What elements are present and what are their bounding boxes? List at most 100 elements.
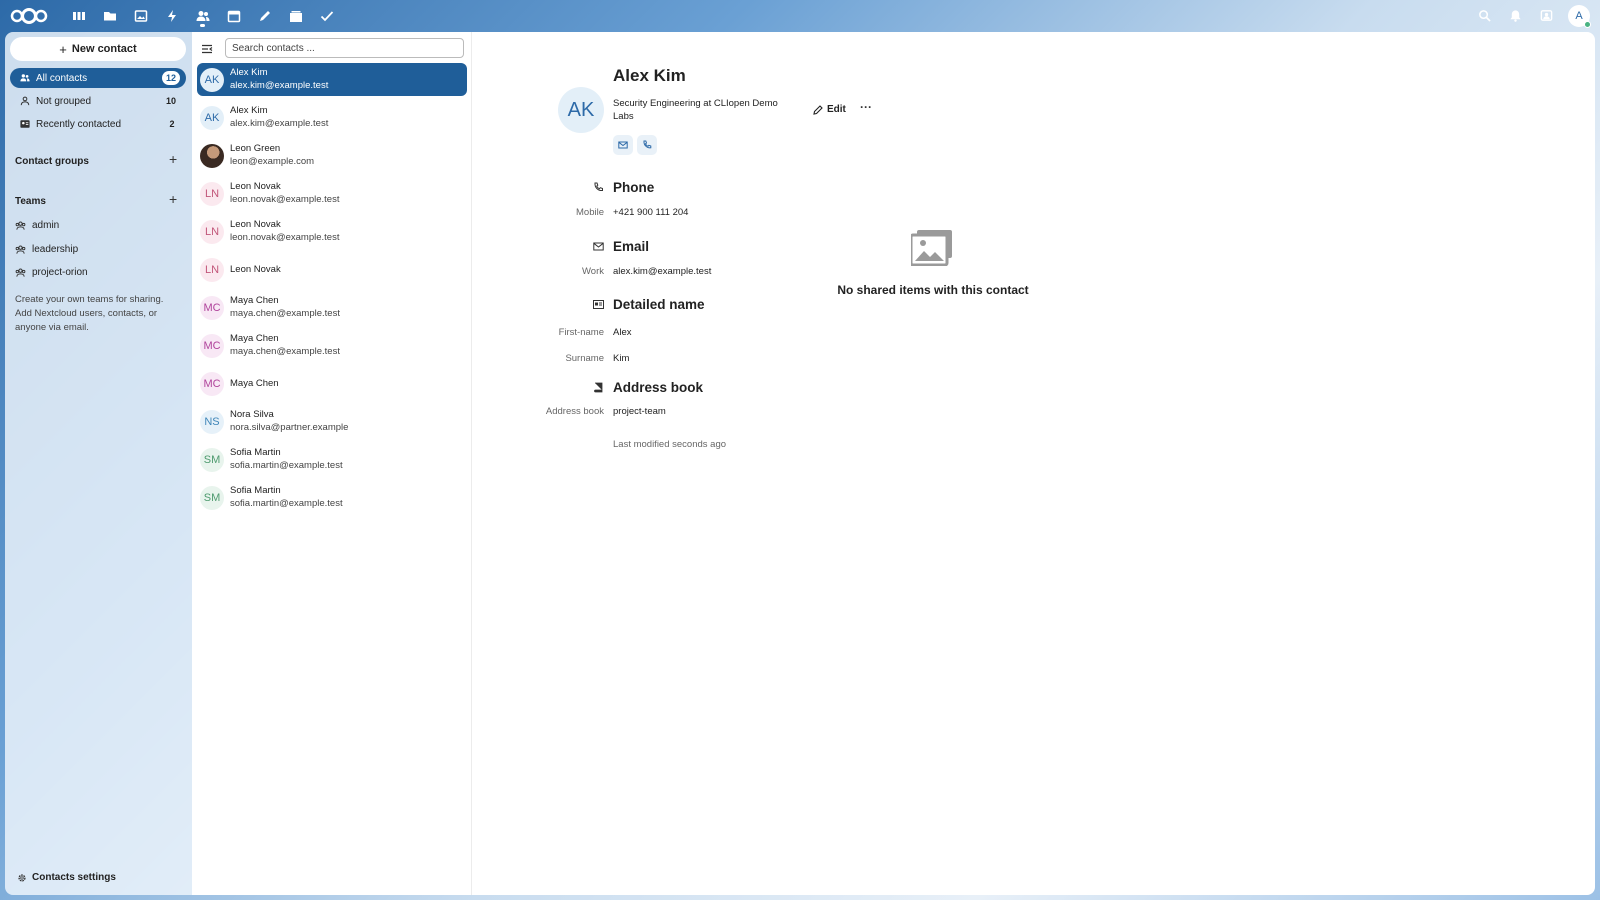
contact-info: Alex Kim alex.kim@example.test <box>230 105 328 130</box>
app-content: AKAlex Kimalex.kim@example.testAKAlex Ki… <box>192 32 1595 895</box>
contact-list-item[interactable]: LN Leon Novak <box>197 253 467 286</box>
contact-avatar: AK <box>200 67 224 92</box>
contact-email: alex.kim@example.test <box>230 118 329 129</box>
contact-avatar: NS <box>200 409 224 434</box>
contact-name: Alex Kim <box>613 66 686 85</box>
contact-email: alex.kim@example.test <box>230 80 329 91</box>
mail-icon <box>618 141 628 149</box>
gear-icon <box>18 873 26 882</box>
contact-details: AK Alex Kim Security Engineering at CLIo… <box>473 32 1593 895</box>
teams-heading: Teams <box>15 196 46 207</box>
contact-avatar: SM <box>200 447 224 472</box>
settings-label: Contacts settings <box>32 872 116 883</box>
contact-info: Leon Novak leon.novak@example.test <box>230 181 339 206</box>
first-name-value[interactable]: Alex <box>613 327 631 338</box>
team-item-leadership[interactable]: leadership <box>15 244 78 255</box>
contacts-settings-button[interactable]: Contacts settings <box>17 872 116 883</box>
photos-icon[interactable] <box>125 0 156 31</box>
nav-item-label: Recently contacted <box>36 118 122 130</box>
contact-list-item[interactable]: SM Sofia Martin sofia.martin@example.test <box>197 481 467 514</box>
email-value[interactable]: alex.kim@example.test <box>613 266 711 277</box>
contact-list-item[interactable]: MC Maya Chen maya.chen@example.test <box>197 291 467 324</box>
last-modified-text: Last modified seconds ago <box>613 439 727 450</box>
contact-name: Leon Novak <box>230 263 281 275</box>
email-section-title: Email <box>613 239 650 254</box>
contact-info: Leon Green leon@example.com <box>230 143 314 168</box>
contact-list-item[interactable]: SM Sofia Martin sofia.martin@example.test <box>197 443 467 476</box>
contact-avatar[interactable]: AK <box>558 87 604 133</box>
contact-info: Sofia Martin sofia.martin@example.test <box>230 447 343 472</box>
detailed-name-section-title: Detailed name <box>613 297 705 312</box>
send-email-button[interactable] <box>613 135 633 155</box>
contact-card-icon <box>20 120 30 128</box>
contact-name: Maya Chen <box>230 295 279 306</box>
contacts-group-icon <box>20 74 30 82</box>
count-badge: 12 <box>161 71 180 85</box>
toggle-navigation-icon[interactable] <box>201 43 213 55</box>
contact-name: Alex Kim <box>230 67 268 78</box>
nav-item-label: Not grouped <box>36 95 92 107</box>
call-button[interactable] <box>637 135 657 155</box>
shared-media-icon <box>911 230 952 266</box>
pencil-icon <box>813 104 823 115</box>
team-item-admin[interactable]: admin <box>15 220 59 231</box>
contact-list-item[interactable]: AK Alex Kim alex.kim@example.test <box>197 101 467 134</box>
address-book-value[interactable]: project-team <box>613 406 666 417</box>
edit-button[interactable]: Edit <box>813 104 846 115</box>
dashboard-icon[interactable] <box>63 0 94 31</box>
more-actions-button[interactable]: ··· <box>860 100 872 114</box>
surname-value[interactable]: Kim <box>613 353 629 364</box>
search-input[interactable] <box>225 38 464 58</box>
user-avatar[interactable]: A <box>1568 4 1591 28</box>
contact-name: Alex Kim <box>230 105 268 116</box>
contact-info: Maya Chen maya.chen@example.test <box>230 333 340 358</box>
name-card-icon <box>593 300 604 309</box>
nav-item-recently-contacted[interactable]: Recently contacted 2 <box>10 114 186 134</box>
edit-label: Edit <box>827 104 846 115</box>
contact-email: nora.silva@partner.example <box>230 422 349 433</box>
new-contact-button[interactable]: + New contact <box>10 37 186 61</box>
mail-icon <box>593 242 604 251</box>
app-navigation: + New contact All contacts 12 Not groupe… <box>5 32 192 895</box>
team-item-project-orion[interactable]: project-orion <box>15 267 88 278</box>
contact-name: Leon Novak <box>230 219 281 230</box>
notes-icon[interactable] <box>249 0 280 31</box>
activity-icon[interactable] <box>156 0 187 31</box>
add-contact-group-icon[interactable]: + <box>169 151 177 167</box>
address-book-section-title: Address book <box>613 380 704 395</box>
phone-type-label: Mobile <box>576 207 604 218</box>
contact-list-item[interactable]: NS Nora Silva nora.silva@partner.example <box>197 405 467 438</box>
nav-item-all-contacts[interactable]: All contacts 12 <box>10 68 186 88</box>
contact-list-item[interactable]: AK Alex Kim alex.kim@example.test <box>197 63 467 96</box>
calendar-icon[interactable] <box>218 0 249 31</box>
first-name-label: First-name <box>558 327 604 338</box>
nextcloud-logo-icon[interactable] <box>9 6 49 26</box>
contacts-menu-icon[interactable] <box>1531 0 1562 31</box>
contact-name: Maya Chen <box>230 377 279 389</box>
surname-label: Surname <box>565 353 604 364</box>
contact-avatar: LN <box>200 219 224 244</box>
contact-organization: Security Engineering at CLIopen Demo Lab… <box>613 98 778 122</box>
deck-icon[interactable] <box>280 0 311 31</box>
contact-info: Nora Silva nora.silva@partner.example <box>230 409 348 434</box>
nav-item-not-grouped[interactable]: Not grouped 10 <box>10 91 186 111</box>
files-icon[interactable] <box>94 0 125 31</box>
online-status-dot <box>1584 20 1591 28</box>
contact-list-item[interactable]: LN Leon Novak leon.novak@example.test <box>197 177 467 210</box>
contact-list-item[interactable]: LN Leon Novak leon.novak@example.test <box>197 215 467 248</box>
notifications-icon[interactable] <box>1500 0 1531 31</box>
add-team-icon[interactable]: + <box>169 191 177 207</box>
new-contact-label: New contact <box>71 43 137 55</box>
contact-name: Leon Novak <box>230 181 281 192</box>
phone-value[interactable]: +421 900 111 204 <box>613 207 688 218</box>
contact-list-item[interactable]: MC Maya Chen <box>197 367 467 400</box>
phone-icon <box>594 182 603 192</box>
contacts-icon[interactable] <box>187 0 218 31</box>
tasks-icon[interactable] <box>311 0 342 31</box>
contact-list-item[interactable]: Leon Green leon@example.com <box>197 139 467 172</box>
contact-email: sofia.martin@example.test <box>230 498 343 509</box>
team-label: admin <box>32 220 60 231</box>
search-icon[interactable] <box>1469 0 1500 31</box>
contact-list-item[interactable]: MC Maya Chen maya.chen@example.test <box>197 329 467 362</box>
contact-info: Maya Chen maya.chen@example.test <box>230 295 340 320</box>
